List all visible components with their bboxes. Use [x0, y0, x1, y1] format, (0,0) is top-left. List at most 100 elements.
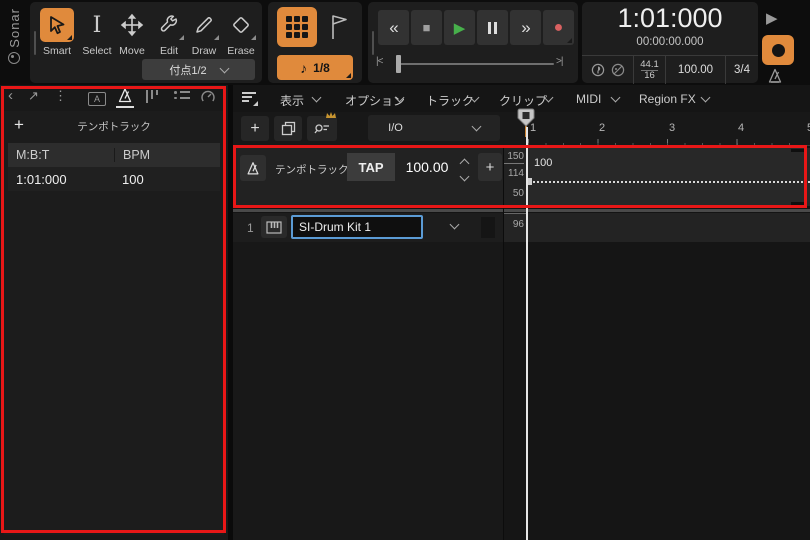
sync-status-icon[interactable] [591, 63, 605, 77]
tab-gauge[interactable] [200, 89, 216, 105]
search-list-icon [314, 121, 331, 136]
tempo-track-icon-button[interactable] [240, 155, 266, 181]
io-dropdown[interactable]: I/O [368, 115, 500, 141]
draw-tool-button[interactable]: Draw [186, 8, 222, 57]
timeline-ruler[interactable]: 1 2 3 4 5 [503, 112, 810, 146]
chevron-down-icon [471, 122, 481, 132]
drum-track-lane[interactable] [527, 213, 810, 242]
tab-meters[interactable] [146, 90, 158, 103]
module-drag-handle[interactable] [34, 31, 36, 55]
skip-to-end-icon[interactable]: >| [556, 56, 562, 67]
move-tool-button[interactable]: Move [114, 8, 150, 57]
instrument-button[interactable] [261, 216, 287, 238]
stop-button[interactable]: ■ [411, 10, 442, 45]
landmark-flag-button[interactable] [326, 12, 352, 42]
metronome-icon [116, 88, 134, 103]
tap-tempo-button[interactable]: TAP [347, 153, 395, 181]
drum-track-header[interactable]: 1 SI-Drum Kit 1 [233, 213, 503, 242]
playhead-marker[interactable] [516, 108, 536, 128]
tempo-track-panel: ‹ ↗ ⋮ A + テンポトラック M:B:T BPM [0, 85, 228, 540]
tempo-lane[interactable]: 100 [527, 148, 810, 206]
duplicate-track-button[interactable] [274, 116, 302, 141]
record-arm-button[interactable] [762, 35, 794, 65]
col-mbt[interactable]: M:B:T [8, 148, 114, 162]
select-tool-button[interactable]: I Select [79, 8, 115, 57]
sample-rate-cell[interactable]: 44.1 16 [634, 56, 666, 84]
snap-grid-button[interactable] [277, 7, 317, 47]
add-track-button[interactable]: + [241, 116, 269, 141]
scrub-slider-track[interactable] [396, 63, 554, 65]
scale-value: 50 [504, 188, 524, 199]
erase-tool-button[interactable]: Erase [223, 8, 259, 57]
menu-track[interactable]: トラック [426, 92, 474, 109]
skip-to-start-icon[interactable]: |< [376, 56, 382, 67]
fast-forward-icon: » [521, 18, 529, 38]
clips-empty-area[interactable] [504, 242, 810, 540]
track-toolbar: + I/O [233, 112, 503, 145]
collapse-panel-button[interactable]: ‹ [8, 87, 13, 104]
sonar-logo-icon [8, 52, 20, 64]
mini-play-button[interactable]: ▶ [766, 9, 778, 27]
tab-tempo[interactable] [116, 88, 134, 108]
move-arrows-icon [115, 8, 149, 42]
smart-tool-button[interactable]: Smart [39, 8, 75, 57]
meter-cell[interactable]: 3/4 [726, 56, 758, 84]
snap-module: ♪ 1/8 [268, 2, 362, 83]
list-icon [174, 91, 190, 99]
chevron-down-icon[interactable] [312, 93, 322, 103]
record-button[interactable]: ● [543, 10, 574, 45]
popout-icon: ↗ [28, 88, 39, 103]
play-button[interactable]: ▶ [444, 10, 475, 45]
panel-menu-button[interactable]: ⋮ [54, 88, 67, 104]
track-name-input[interactable]: SI-Drum Kit 1 [291, 215, 423, 239]
track-mini-control[interactable] [481, 217, 495, 238]
pause-button[interactable] [477, 10, 508, 45]
tab-markers[interactable] [174, 91, 190, 99]
menu-region-fx[interactable]: Region FX [639, 92, 696, 106]
sonar-brand: Sonar [0, 0, 28, 85]
chevron-down-icon[interactable] [701, 93, 711, 103]
metronome-toggle-button[interactable] [766, 68, 784, 84]
duration-dropdown[interactable]: 付点1/2 [142, 59, 255, 80]
chevron-down-icon[interactable] [611, 93, 621, 103]
pause-icon [488, 22, 497, 34]
tempo-node[interactable] [527, 178, 532, 185]
track-view-menu-button[interactable] [242, 92, 258, 104]
tempo-cell[interactable]: 100.00 [666, 56, 726, 84]
col-bpm[interactable]: BPM [114, 148, 150, 162]
track-splitter[interactable] [233, 209, 810, 212]
boxed-a-icon: A [88, 92, 106, 106]
popout-panel-button[interactable]: ↗ [28, 88, 39, 104]
tempo-table-row[interactable]: 1:01:000 100 [8, 167, 220, 191]
tab-articulations[interactable]: A [88, 90, 106, 106]
lane-scroll-mark [791, 202, 807, 205]
performance-meter-icon[interactable] [611, 63, 625, 77]
track-number: 1 [247, 221, 254, 235]
snap-resolution-button[interactable]: ♪ 1/8 [277, 55, 353, 80]
tempo-envelope-line[interactable] [530, 181, 810, 183]
time-display-module: 1:01:000 00:00:00.000 44.1 16 100.00 3/4 [582, 2, 758, 83]
tracks-empty-area[interactable] [233, 242, 503, 540]
scrub-slider-thumb[interactable] [396, 55, 401, 73]
play-icon: ▶ [454, 19, 466, 37]
menu-midi[interactable]: MIDI [576, 92, 601, 106]
drum-scale-column: 96 [504, 213, 527, 243]
tempo-value-field[interactable]: 100.00 [397, 153, 457, 181]
playhead-line[interactable] [526, 127, 528, 540]
edit-tool-button[interactable]: Edit [151, 8, 187, 57]
record-dot-icon [772, 44, 785, 57]
module-drag-handle[interactable] [372, 31, 374, 55]
secondary-time-display[interactable]: 00:00:00.000 [582, 36, 758, 48]
chevron-down-icon[interactable] [450, 220, 460, 230]
app-window: Sonar Smart I Select [0, 0, 810, 540]
menu-view[interactable]: 表示 [280, 92, 304, 109]
add-tempo-node-button[interactable]: + [478, 153, 502, 181]
fast-forward-button[interactable]: » [510, 10, 541, 45]
primary-time-display[interactable]: 1:01:000 [582, 3, 758, 34]
record-icon: ● [554, 19, 564, 37]
tempo-spin-down[interactable] [461, 167, 468, 185]
track-filter-button[interactable] [307, 116, 337, 141]
menu-clip[interactable]: クリップ [499, 92, 547, 109]
rewind-button[interactable]: « [378, 10, 409, 45]
lane-scroll-mark [791, 149, 807, 152]
